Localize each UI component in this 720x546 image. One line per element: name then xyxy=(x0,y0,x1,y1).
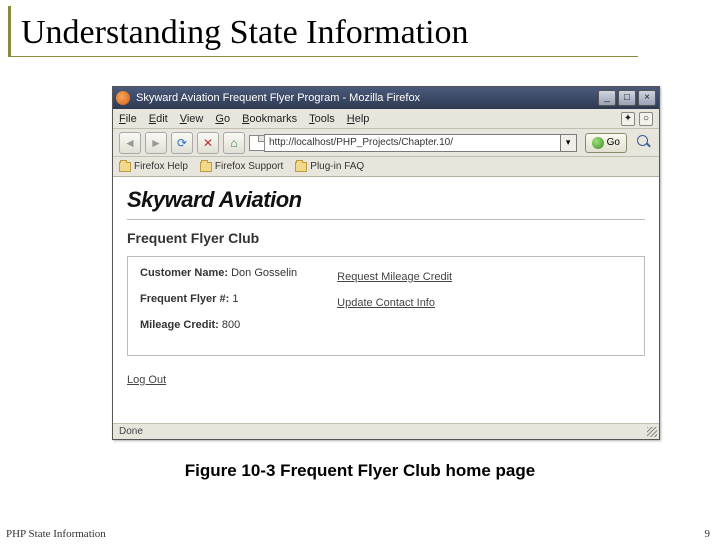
nav-toolbar: ◄ ► ⟳ ✕ ⌂ http://localhost/PHP_Projects/… xyxy=(113,129,659,157)
page-icon xyxy=(249,135,265,151)
section-heading: Frequent Flyer Club xyxy=(127,230,645,246)
action-links: Request Mileage Credit Update Contact In… xyxy=(337,267,452,345)
forward-button[interactable]: ► xyxy=(145,132,167,154)
maximize-button[interactable]: □ xyxy=(618,90,636,106)
bookmark-plugin-faq[interactable]: Plug-in FAQ xyxy=(295,161,364,172)
page-content: Skyward Aviation Frequent Flyer Club Cus… xyxy=(113,177,659,423)
search-icon[interactable] xyxy=(637,135,653,151)
footer-left: PHP State Information xyxy=(6,528,106,540)
value-customer-name: Don Gosselin xyxy=(231,267,297,279)
link-update-contact[interactable]: Update Contact Info xyxy=(337,297,452,309)
bookmarks-toolbar: Firefox Help Firefox Support Plug-in FAQ xyxy=(113,157,659,177)
label-customer-name: Customer Name: xyxy=(140,267,228,279)
window-title: Skyward Aviation Frequent Flyer Program … xyxy=(134,92,598,104)
menubar: FFileile Edit View Go Bookmarks Tools He… xyxy=(113,109,659,129)
throbber-icon: ○ xyxy=(639,112,653,126)
go-button[interactable]: Go xyxy=(585,133,627,153)
titlebar: Skyward Aviation Frequent Flyer Program … xyxy=(113,87,659,109)
stop-button[interactable]: ✕ xyxy=(197,132,219,154)
value-mileage-credit: 800 xyxy=(222,319,240,331)
slide-title: Understanding State Information xyxy=(8,6,638,57)
folder-icon xyxy=(200,162,212,172)
page-number: 9 xyxy=(705,528,711,540)
status-text: Done xyxy=(119,426,143,437)
site-title: Skyward Aviation xyxy=(127,187,645,213)
home-button[interactable]: ⌂ xyxy=(223,132,245,154)
extension-icon[interactable]: ✦ xyxy=(621,112,635,126)
figure-caption: Figure 10-3 Frequent Flyer Club home pag… xyxy=(0,461,720,481)
menu-edit[interactable]: Edit xyxy=(149,113,168,125)
customer-details: Customer Name: Don Gosselin Frequent Fly… xyxy=(140,267,297,345)
go-icon xyxy=(592,137,604,149)
menu-help[interactable]: Help xyxy=(347,113,370,125)
url-dropdown[interactable]: ▾ xyxy=(561,134,577,152)
menu-bookmarks[interactable]: Bookmarks xyxy=(242,113,297,125)
firefox-icon xyxy=(116,91,130,105)
reload-button[interactable]: ⟳ xyxy=(171,132,193,154)
menu-file[interactable]: FFileile xyxy=(119,113,137,125)
browser-window: Skyward Aviation Frequent Flyer Program … xyxy=(112,86,660,440)
minimize-button[interactable]: _ xyxy=(598,90,616,106)
resize-grip-icon[interactable] xyxy=(647,427,657,437)
bookmark-firefox-help[interactable]: Firefox Help xyxy=(119,161,188,172)
menu-view[interactable]: View xyxy=(180,113,204,125)
go-label: Go xyxy=(607,137,620,148)
close-button[interactable]: × xyxy=(638,90,656,106)
back-button[interactable]: ◄ xyxy=(119,132,141,154)
folder-icon xyxy=(295,162,307,172)
menu-go[interactable]: Go xyxy=(215,113,230,125)
link-request-mileage[interactable]: Request Mileage Credit xyxy=(337,271,452,283)
label-mileage-credit: Mileage Credit: xyxy=(140,319,219,331)
url-input[interactable]: http://localhost/PHP_Projects/Chapter.10… xyxy=(264,134,561,152)
statusbar: Done xyxy=(113,423,659,439)
folder-icon xyxy=(119,162,131,172)
divider xyxy=(127,219,645,220)
menu-tools[interactable]: Tools xyxy=(309,113,335,125)
bookmark-firefox-support[interactable]: Firefox Support xyxy=(200,161,283,172)
link-logout[interactable]: Log Out xyxy=(127,374,166,386)
value-ff-number: 1 xyxy=(232,293,238,305)
label-ff-number: Frequent Flyer #: xyxy=(140,293,229,305)
customer-info-box: Customer Name: Don Gosselin Frequent Fly… xyxy=(127,256,645,356)
